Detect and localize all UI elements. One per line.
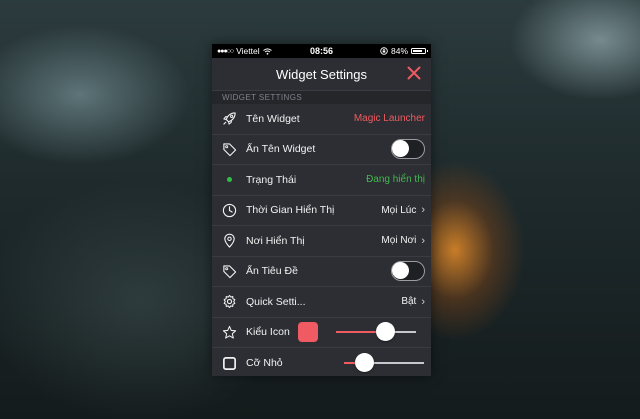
display-time-value: Mọi Lúc — [381, 204, 417, 216]
rocket-icon — [221, 111, 237, 127]
carrier-label: Viettel — [236, 46, 260, 56]
small-size-slider[interactable] — [344, 353, 424, 373]
hide-widget-name-toggle[interactable] — [391, 139, 425, 160]
square-icon — [221, 355, 237, 371]
chevron-right-icon: › — [421, 204, 425, 217]
icon-style-slider[interactable] — [335, 322, 416, 342]
quick-settings-label: Quick Setti... — [246, 295, 306, 308]
battery-icon — [411, 48, 428, 54]
chevron-right-icon: › — [421, 234, 425, 247]
battery-percent: 84% — [390, 46, 408, 56]
hide-widget-name-label: Ẩn Tên Widget — [246, 143, 316, 156]
small-size-row: Cỡ Nhỏ — [212, 348, 431, 376]
close-icon[interactable] — [407, 66, 421, 80]
icon-style-label: Kiểu Icon — [246, 326, 290, 339]
display-location-label: Nơi Hiển Thị — [246, 234, 305, 247]
hide-title-label: Ẩn Tiêu Đề — [246, 265, 298, 278]
chevron-right-icon: › — [421, 295, 425, 308]
icon-color-swatch[interactable] — [297, 322, 318, 343]
icon-style-row: Kiểu Icon — [212, 318, 431, 348]
gear-icon — [221, 294, 237, 310]
signal-dots-icon: ●●●○○ — [217, 47, 234, 55]
status-label: Trạng Thái — [246, 173, 297, 186]
quick-settings-row[interactable]: Quick Setti... Bật › — [212, 287, 431, 318]
page-title: Widget Settings — [275, 66, 368, 82]
slider-thumb[interactable] — [355, 353, 374, 373]
status-row: Trạng Thái Đang hiển thị — [212, 165, 431, 196]
display-time-label: Thời Gian Hiển Thị — [246, 204, 335, 217]
widget-name-value: Magic Launcher — [353, 113, 425, 125]
hide-widget-name-row: Ẩn Tên Widget — [212, 135, 431, 165]
hide-title-row: Ẩn Tiêu Đề — [212, 257, 431, 287]
tag-icon — [221, 263, 237, 279]
section-header: WIDGET SETTINGS — [212, 90, 431, 104]
status-value: Đang hiển thị — [366, 174, 425, 186]
display-location-row[interactable]: Nơi Hiển Thị Mọi Nơi › — [212, 226, 431, 257]
widget-settings-screen: ●●●○○ Viettel 08:56 84% Widget Settings — [212, 44, 431, 376]
display-time-row[interactable]: Thời Gian Hiển Thị Mọi Lúc › — [212, 196, 431, 226]
tag-icon — [221, 141, 237, 157]
wifi-icon — [262, 47, 272, 55]
widget-name-row[interactable]: Tên Widget Magic Launcher — [212, 104, 431, 135]
green-dot-icon — [221, 172, 237, 188]
hide-title-toggle[interactable] — [391, 261, 425, 282]
display-location-value: Mọi Nơi — [381, 235, 417, 247]
star-icon — [221, 324, 237, 340]
location-pin-icon — [221, 233, 237, 249]
nav-bar: Widget Settings — [212, 58, 431, 90]
status-bar: ●●●○○ Viettel 08:56 84% — [212, 44, 431, 58]
quick-settings-value: Bật — [401, 296, 417, 308]
widget-name-label: Tên Widget — [246, 112, 300, 125]
rotation-lock-icon — [380, 47, 388, 55]
small-size-label: Cỡ Nhỏ — [246, 357, 283, 370]
clock-icon — [221, 202, 237, 218]
slider-thumb[interactable] — [376, 322, 396, 342]
